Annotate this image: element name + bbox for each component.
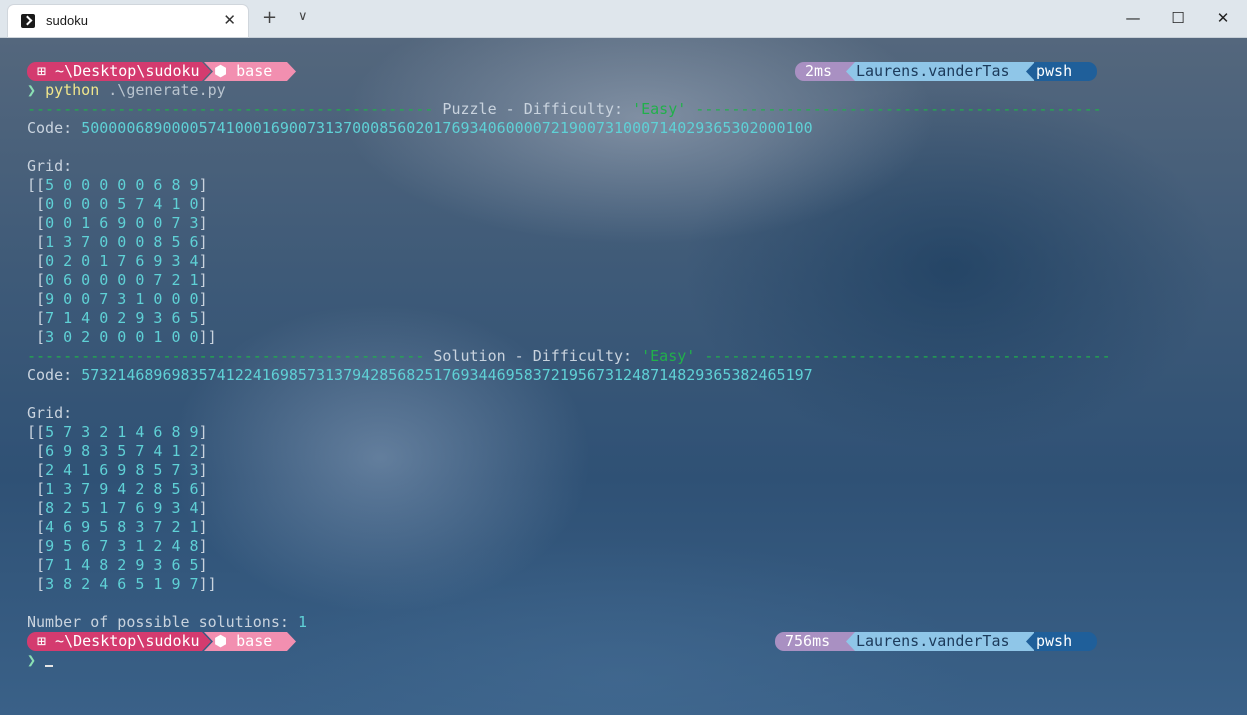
separator: ----------------------------------------… — [695, 347, 1111, 365]
solution-header: ----------------------------------------… — [27, 347, 1111, 366]
tab-close-icon[interactable]: ✕ — [223, 11, 236, 29]
difficulty-value: 'Easy' — [632, 100, 687, 118]
difficulty-value: 'Easy' — [641, 347, 696, 365]
grid-row: [0 6 0 0 0 0 7 2 1] — [27, 271, 208, 289]
prompt-chevron-icon: ❯ — [27, 651, 37, 669]
command-line: ❯ python .\generate.py — [27, 81, 226, 100]
prompt-user-segment: Laurens.vanderTas — [846, 62, 1034, 81]
terminal-pane[interactable]: ⊞ ~\Desktop\sudoku ⬢ base 2ms Laurens.va… — [0, 38, 1247, 715]
grid-label: Grid: — [27, 404, 73, 422]
puzzle-header: ----------------------------------------… — [27, 100, 1102, 119]
input-line[interactable]: ❯ — [27, 651, 54, 670]
grid-row: [7 1 4 8 2 9 3 6 5] — [27, 556, 208, 574]
solutions-label: Number of possible solutions: — [27, 613, 298, 631]
new-tab-icon[interactable]: + — [262, 7, 277, 28]
powershell-icon — [21, 14, 35, 28]
tab-sudoku[interactable]: sudoku ✕ — [8, 5, 248, 37]
command-args: .\generate.py — [99, 81, 226, 99]
text-cursor — [45, 665, 54, 667]
puzzle-title: Puzzle - Difficulty: — [433, 100, 633, 118]
prompt-shell-segment: pwsh — [1026, 632, 1097, 651]
minimize-button[interactable]: — — [1110, 0, 1156, 37]
code-label: Code: — [27, 366, 82, 384]
prompt-env-segment: ⬢ base — [204, 62, 296, 81]
grid-row: [1 3 7 0 0 0 8 5 6] — [27, 233, 208, 251]
close-window-button[interactable]: ✕ — [1200, 0, 1246, 37]
solution-code-line: Code: 5732146896983574122416985731379428… — [27, 366, 813, 385]
grid-label: Grid: — [27, 157, 73, 175]
tab-title: sudoku — [46, 13, 88, 28]
prompt-time-segment: 756ms — [775, 632, 855, 651]
code-label: Code: — [27, 119, 82, 137]
command-program: python — [45, 81, 100, 99]
solution-title: Solution - Difficulty: — [424, 347, 642, 365]
solutions-count: 1 — [297, 613, 307, 631]
title-bar: sudoku ✕ + ∨ — ☐ ✕ — [0, 0, 1247, 38]
grid-row: [7 1 4 0 2 9 3 6 5] — [27, 309, 208, 327]
grid-row: [[5 7 3 2 1 4 6 8 9] — [27, 423, 208, 441]
grid-row: [6 9 8 3 5 7 4 1 2] — [27, 442, 208, 460]
grid-row: [9 5 6 7 3 1 2 4 8] — [27, 537, 208, 555]
solution-code: 5732146896983574122416985731379428568251… — [81, 366, 813, 384]
grid-row: [0 2 0 1 7 6 9 3 4] — [27, 252, 208, 270]
prompt-path-segment: ⊞ ~\Desktop\sudoku — [27, 632, 211, 651]
grid-row: [4 6 9 5 8 3 7 2 1] — [27, 518, 208, 536]
prompt-user-segment: Laurens.vanderTas — [846, 632, 1034, 651]
grid-row: [1 3 7 9 4 2 8 5 6] — [27, 480, 208, 498]
maximize-button[interactable]: ☐ — [1155, 0, 1201, 37]
puzzle-code: 5000006890000574100016900731370008560201… — [81, 119, 813, 137]
separator: ----------------------------------------… — [686, 100, 1102, 118]
grid-row: [8 2 5 1 7 6 9 3 4] — [27, 499, 208, 517]
chevron-down-icon[interactable]: ∨ — [298, 9, 308, 24]
separator: ----------------------------------------… — [27, 100, 434, 118]
separator: ----------------------------------------… — [27, 347, 425, 365]
prompt-shell-segment: pwsh — [1026, 62, 1097, 81]
grid-row: [0 0 0 0 5 7 4 1 0] — [27, 195, 208, 213]
grid-row: [[5 0 0 0 0 0 6 8 9] — [27, 176, 208, 194]
grid-row: [3 8 2 4 6 5 1 9 7]] — [27, 575, 217, 593]
grid-row: [9 0 0 7 3 1 0 0 0] — [27, 290, 208, 308]
puzzle-code-line: Code: 5000006890000574100016900731370008… — [27, 119, 813, 138]
prompt-chevron-icon: ❯ — [27, 81, 37, 99]
solutions-count-line: Number of possible solutions: 1 — [27, 613, 307, 632]
prompt-path-segment: ⊞ ~\Desktop\sudoku — [27, 62, 211, 81]
prompt-env-segment: ⬢ base — [204, 632, 296, 651]
terminal-window: sudoku ✕ + ∨ — ☐ ✕ ⊞ ~\Desktop\sudoku ⬢ … — [0, 0, 1247, 715]
grid-row: [0 0 1 6 9 0 0 7 3] — [27, 214, 208, 232]
grid-row: [2 4 1 6 9 8 5 7 3] — [27, 461, 208, 479]
grid-row: [3 0 2 0 0 0 1 0 0]] — [27, 328, 217, 346]
